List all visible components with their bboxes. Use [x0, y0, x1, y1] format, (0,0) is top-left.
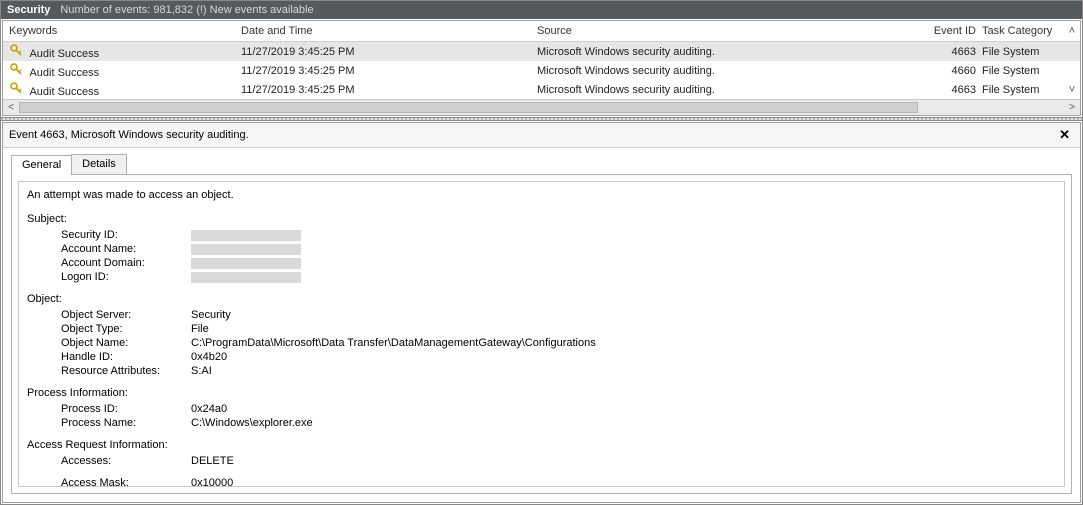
- detail-title-bar: Event 4663, Microsoft Windows security a…: [3, 123, 1080, 148]
- row-keywords: Audit Success: [29, 86, 99, 98]
- event-message: An attempt was made to access an object.: [27, 188, 1056, 202]
- account-domain-label: Account Domain:: [61, 256, 191, 270]
- column-date[interactable]: Date and Time: [241, 25, 537, 37]
- scroll-down-icon[interactable]: ˅: [1064, 84, 1080, 96]
- handle-id-value: 0x4b20: [191, 350, 227, 364]
- access-mask-value: 0x10000: [191, 476, 233, 487]
- detail-tabs: General Details: [3, 148, 1080, 174]
- row-date: 11/27/2019 3:45:25 PM: [241, 46, 537, 58]
- row-date: 11/27/2019 3:45:25 PM: [241, 65, 537, 77]
- scroll-thumb[interactable]: [19, 102, 918, 113]
- logon-id-label: Logon ID:: [61, 270, 191, 284]
- log-name: Security: [7, 4, 50, 16]
- detail-pane: Event 4663, Microsoft Windows security a…: [2, 122, 1081, 503]
- column-taskcat[interactable]: Task Category: [982, 25, 1064, 37]
- horizontal-scrollbar[interactable]: < >: [3, 99, 1080, 115]
- column-keywords[interactable]: Keywords: [9, 25, 241, 37]
- splitter[interactable]: [1, 117, 1082, 121]
- table-row[interactable]: Audit Success 11/27/2019 3:45:25 PM Micr…: [3, 61, 1080, 80]
- security-id-label: Security ID:: [61, 228, 191, 242]
- handle-id-label: Handle ID:: [61, 350, 191, 364]
- key-icon: [9, 43, 23, 57]
- key-icon: [9, 81, 23, 95]
- row-keywords: Audit Success: [29, 48, 99, 60]
- row-eventid: 4660: [926, 65, 982, 77]
- tab-details[interactable]: Details: [71, 154, 127, 174]
- key-icon: [9, 62, 23, 76]
- resource-attr-label: Resource Attributes:: [61, 364, 191, 378]
- section-object: Object:: [27, 292, 1056, 306]
- row-eventid: 4663: [926, 84, 982, 96]
- events-count-label: Number of events: 981,832 (!) New events…: [60, 4, 313, 16]
- process-id-value: 0x24a0: [191, 402, 227, 416]
- row-source: Microsoft Windows security auditing.: [537, 46, 926, 58]
- accesses-label: Accesses:: [61, 454, 191, 468]
- process-name-label: Process Name:: [61, 416, 191, 430]
- row-taskcat: File System: [982, 46, 1064, 58]
- scroll-up-icon[interactable]: ˄: [1064, 25, 1080, 37]
- redacted-value: [191, 258, 301, 269]
- row-taskcat: File System: [982, 84, 1064, 96]
- access-mask-label: Access Mask:: [61, 476, 191, 487]
- row-eventid: 4663: [926, 46, 982, 58]
- section-process: Process Information:: [27, 386, 1056, 400]
- row-taskcat: File System: [982, 65, 1064, 77]
- row-keywords: Audit Success: [29, 67, 99, 79]
- column-headers: Keywords Date and Time Source Event ID T…: [3, 21, 1080, 42]
- object-name-label: Object Name:: [61, 336, 191, 350]
- account-name-label: Account Name:: [61, 242, 191, 256]
- accesses-value: DELETE: [191, 454, 234, 468]
- object-type-label: Object Type:: [61, 322, 191, 336]
- section-access: Access Request Information:: [27, 438, 1056, 452]
- column-eventid[interactable]: Event ID: [926, 25, 982, 37]
- object-server-label: Object Server:: [61, 308, 191, 322]
- object-server-value: Security: [191, 308, 231, 322]
- process-id-label: Process ID:: [61, 402, 191, 416]
- titlebar: Security Number of events: 981,832 (!) N…: [1, 1, 1082, 19]
- redacted-value: [191, 230, 301, 241]
- table-row[interactable]: Audit Success 11/27/2019 3:45:25 PM Micr…: [3, 42, 1080, 61]
- process-name-value: C:\Windows\explorer.exe: [191, 416, 313, 430]
- event-description[interactable]: An attempt was made to access an object.…: [18, 181, 1065, 487]
- row-date: 11/27/2019 3:45:25 PM: [241, 84, 537, 96]
- scroll-right-icon[interactable]: >: [1064, 102, 1080, 113]
- close-icon[interactable]: ✕: [1055, 127, 1074, 143]
- event-rows: Audit Success 11/27/2019 3:45:25 PM Micr…: [3, 42, 1080, 99]
- column-source[interactable]: Source: [537, 25, 926, 37]
- redacted-value: [191, 244, 301, 255]
- redacted-value: [191, 272, 301, 283]
- tab-general[interactable]: General: [11, 155, 72, 175]
- event-list-pane: Keywords Date and Time Source Event ID T…: [2, 20, 1081, 116]
- tab-body: An attempt was made to access an object.…: [11, 174, 1072, 494]
- scroll-left-icon[interactable]: <: [3, 102, 19, 113]
- object-type-value: File: [191, 322, 209, 336]
- object-name-value: C:\ProgramData\Microsoft\Data Transfer\D…: [191, 336, 596, 350]
- row-source: Microsoft Windows security auditing.: [537, 65, 926, 77]
- section-subject: Subject:: [27, 212, 1056, 226]
- table-row[interactable]: Audit Success 11/27/2019 3:45:25 PM Micr…: [3, 80, 1080, 99]
- detail-title: Event 4663, Microsoft Windows security a…: [9, 129, 249, 141]
- row-source: Microsoft Windows security auditing.: [537, 84, 926, 96]
- resource-attr-value: S:AI: [191, 364, 212, 378]
